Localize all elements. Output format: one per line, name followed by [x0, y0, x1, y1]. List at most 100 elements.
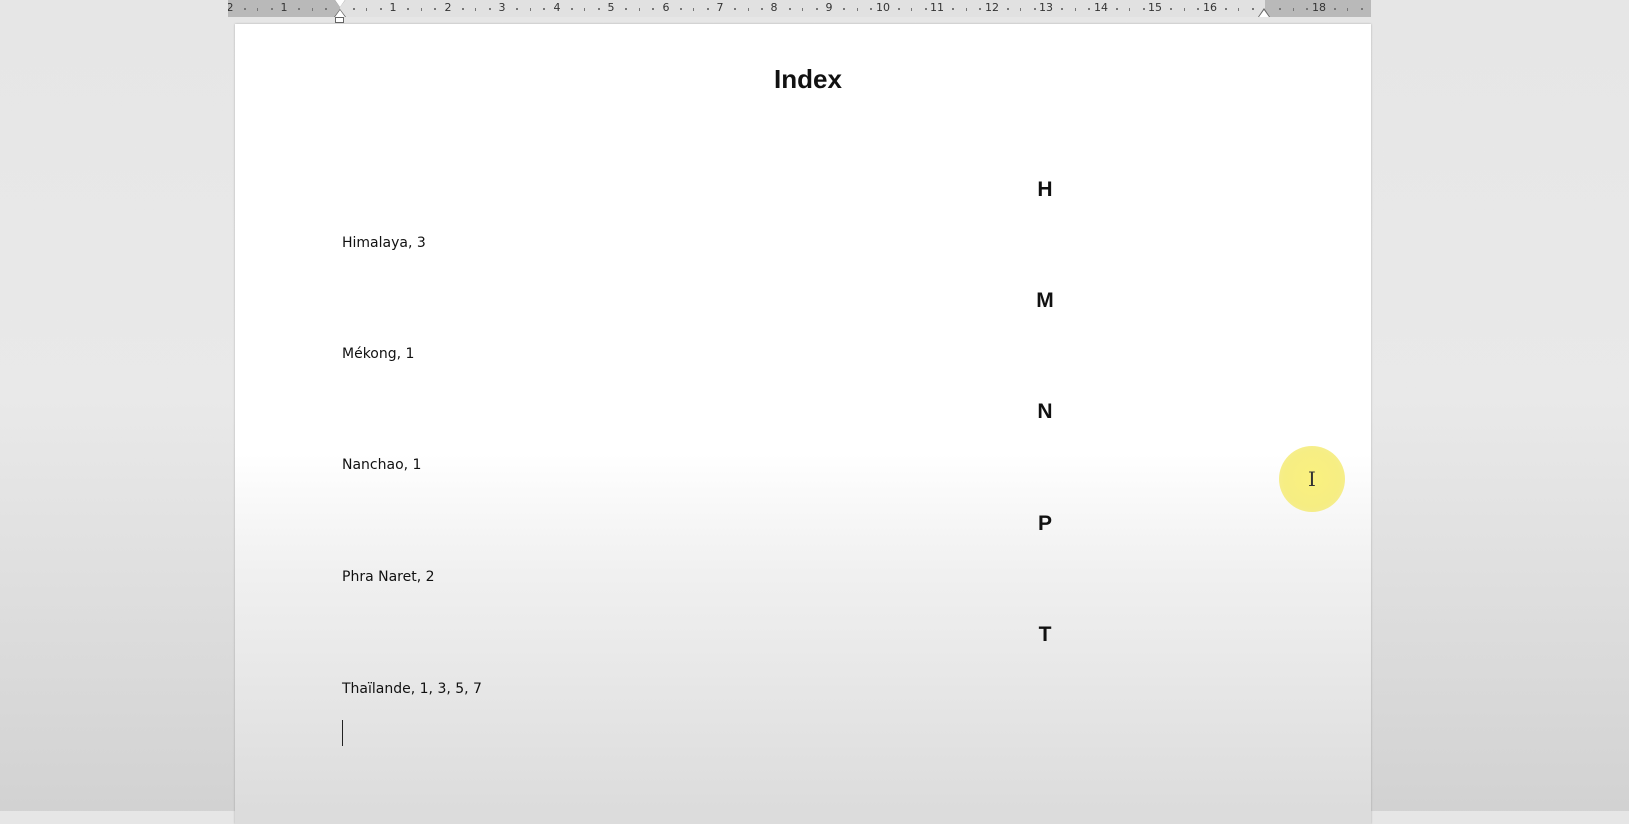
ruler-tick: [761, 8, 764, 10]
ruler-tick: [693, 8, 695, 11]
hanging-indent-marker-fill: [335, 10, 345, 17]
ruler-label: 1: [280, 1, 288, 14]
ruler-tick: [856, 8, 858, 11]
index-entry: Phra Naret, 2: [342, 569, 435, 585]
ruler-tick: [1306, 8, 1309, 10]
ruler-tick: [488, 8, 491, 10]
index-entry: Nanchao, 1: [342, 457, 422, 473]
ruler-tick: [965, 8, 967, 11]
ruler-tick: [366, 8, 368, 11]
ruler-tick: [1197, 8, 1200, 10]
ruler-tick: [529, 8, 531, 11]
ruler-tick: [243, 8, 246, 10]
ruler-tick: [1292, 8, 1294, 11]
ruler-tick: [911, 8, 913, 11]
ruler-tick: [802, 8, 804, 11]
ruler-label: 13: [1039, 1, 1053, 14]
index-letter-heading: N: [1037, 400, 1053, 423]
ruler-tick: [461, 8, 464, 10]
ruler-tick: [1129, 8, 1131, 11]
ruler-tick: [1238, 8, 1240, 11]
ruler-tick: [352, 8, 355, 10]
ruler-label: 5: [607, 1, 615, 14]
ruler-label: 9: [825, 1, 833, 14]
ruler-label: 8: [770, 1, 778, 14]
ruler-tick: [434, 8, 437, 10]
ruler-tick: [1251, 8, 1254, 10]
ruler-scale: 2 1 1 2 3 4 5 6 7 8 9 10 11 12 13 14 15 …: [228, 0, 1371, 17]
index-entry: Thaïlande, 1, 3, 5, 7: [342, 681, 482, 697]
ruler-label: 3: [498, 1, 506, 14]
ruler-tick: [1279, 8, 1282, 10]
ruler-tick: [788, 8, 791, 10]
ruler-tick: [379, 8, 382, 10]
ruler-tick: [638, 8, 640, 11]
ruler-tick: [924, 8, 927, 10]
ruler-label: 12: [985, 1, 999, 14]
index-title: Index: [774, 64, 842, 94]
index-letter-heading: H: [1037, 178, 1053, 201]
ruler-tick: [257, 8, 259, 11]
ruler-label: 2: [444, 1, 452, 14]
index-letter-heading: T: [1038, 623, 1052, 646]
ruler-tick: [597, 8, 600, 10]
ruler-tick: [706, 8, 709, 10]
index-letter-heading: M: [1036, 289, 1054, 312]
ruler-tick: [543, 8, 546, 10]
ruler-tick: [1183, 8, 1185, 11]
ruler-tick: [311, 8, 313, 11]
left-indent-marker[interactable]: [335, 17, 344, 23]
ruler-tick: [1142, 8, 1145, 10]
ruler-label: 16: [1203, 1, 1217, 14]
ruler-tick: [584, 8, 586, 11]
text-insertion-caret: [342, 720, 343, 746]
ruler-tick: [516, 8, 519, 10]
ruler-tick: [747, 8, 749, 11]
ruler-tick: [1006, 8, 1009, 10]
index-letter-heading: P: [1037, 512, 1052, 535]
ruler-label: 6: [662, 1, 670, 14]
ruler-tick: [625, 8, 628, 10]
ruler-tick: [1333, 8, 1336, 10]
ruler-label: 2: [228, 1, 234, 14]
ruler-tick: [897, 8, 900, 10]
index-entry: Himalaya, 3: [342, 235, 426, 251]
ruler-tick: [1088, 8, 1091, 10]
ruler-tick: [979, 8, 982, 10]
ruler-label: 14: [1094, 1, 1108, 14]
ruler-tick: [1074, 8, 1076, 11]
ruler-tick: [570, 8, 573, 10]
ruler-tick: [325, 8, 328, 10]
ruler-tick: [1115, 8, 1118, 10]
right-indent-marker-fill: [1259, 10, 1269, 17]
ruler-tick: [843, 8, 846, 10]
ruler-tick: [652, 8, 655, 10]
ruler-tick: [679, 8, 682, 10]
i-beam-cursor-icon: I: [1308, 467, 1316, 491]
first-line-indent-marker-fill: [335, 0, 345, 7]
ruler-label: 7: [716, 1, 724, 14]
ruler-label: 1: [389, 1, 397, 14]
ruler-label: 15: [1148, 1, 1162, 14]
ruler-tick: [298, 8, 301, 10]
ruler-tick: [1020, 8, 1022, 11]
ruler-tick: [815, 8, 818, 10]
ruler-label: 18: [1312, 1, 1326, 14]
ruler-tick: [475, 8, 477, 11]
ruler-label: 10: [876, 1, 890, 14]
ruler-tick: [1224, 8, 1227, 10]
ruler-tick: [734, 8, 737, 10]
index-entry: Mékong, 1: [342, 346, 415, 362]
ruler-tick: [1347, 8, 1349, 11]
ruler-tick: [1170, 8, 1173, 10]
document-page[interactable]: Index H Himalaya, 3 M Mékong, 1 N Nancha…: [235, 24, 1371, 824]
ruler-tick: [1061, 8, 1064, 10]
horizontal-ruler[interactable]: 2 1 1 2 3 4 5 6 7 8 9 10 11 12 13 14 15 …: [228, 0, 1371, 17]
ruler-tick: [407, 8, 410, 10]
ruler-tick: [870, 8, 873, 10]
ruler-label: 4: [553, 1, 561, 14]
ruler-tick: [1360, 8, 1363, 10]
ruler-label: 11: [930, 1, 944, 14]
ruler-tick: [1033, 8, 1036, 10]
ruler-tick: [270, 8, 273, 10]
